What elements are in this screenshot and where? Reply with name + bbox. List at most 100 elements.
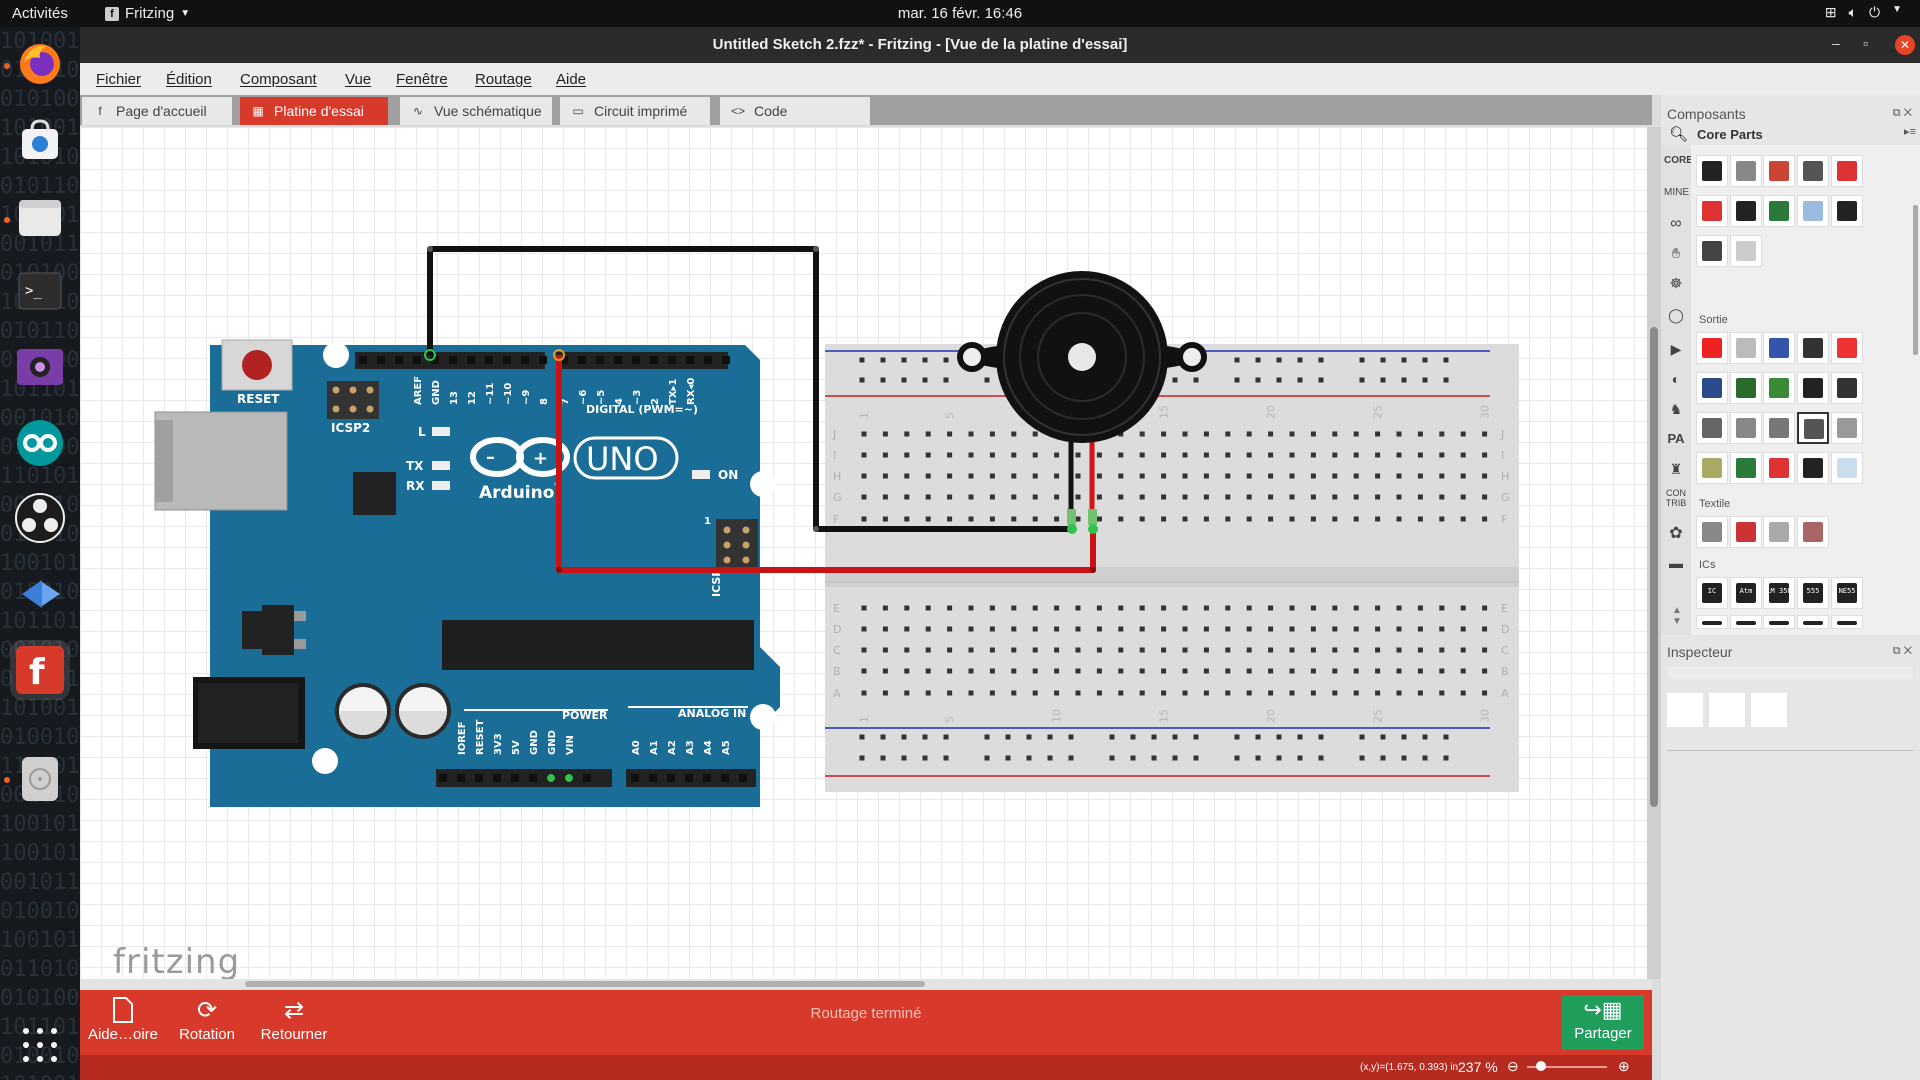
breadboard-hole[interactable]	[925, 494, 931, 500]
breadboard-hole[interactable]	[1375, 473, 1381, 479]
search-icon[interactable]: 🔍︎	[1669, 125, 1688, 143]
breadboard-hole[interactable]	[1096, 473, 1102, 479]
breadboard-hole[interactable]	[1375, 494, 1381, 500]
terminal-icon[interactable]: >_	[10, 261, 70, 321]
breadboard-hole[interactable]	[1439, 473, 1445, 479]
part-tile[interactable]	[1831, 412, 1863, 444]
breadboard-hole[interactable]	[882, 647, 888, 653]
software-store-icon[interactable]	[10, 110, 70, 170]
breadboard-hole[interactable]	[1032, 647, 1038, 653]
breadboard-hole[interactable]	[1161, 516, 1167, 522]
rail-hole[interactable]	[1193, 734, 1199, 740]
breadboard-hole[interactable]	[1075, 516, 1081, 522]
breadboard-hole[interactable]	[1460, 516, 1466, 522]
rail-hole[interactable]	[901, 734, 907, 740]
breadboard-hole[interactable]	[1439, 605, 1445, 611]
fritzing-dock-icon[interactable]: f	[10, 640, 70, 700]
bin-core[interactable]: CORE	[1664, 155, 1693, 166]
breadboard-hole[interactable]	[1182, 516, 1188, 522]
breadboard-hole[interactable]	[861, 431, 867, 437]
header-hole[interactable]	[632, 356, 640, 364]
breadboard-hole[interactable]	[1139, 626, 1145, 632]
header-hole[interactable]	[439, 774, 447, 782]
rail-hole[interactable]	[859, 755, 865, 761]
rail-hole[interactable]	[1130, 734, 1136, 740]
breadboard-hole[interactable]	[1203, 605, 1209, 611]
part-tile[interactable]	[1797, 155, 1829, 187]
breadboard-hole[interactable]	[1246, 431, 1252, 437]
bin-menu-icon[interactable]: ▸≡	[1904, 125, 1916, 138]
header-hole[interactable]	[578, 356, 586, 364]
part-tile[interactable]	[1730, 615, 1762, 629]
header-hole[interactable]	[395, 356, 403, 364]
breadboard-hole[interactable]	[925, 626, 931, 632]
breadboard-hole[interactable]	[882, 668, 888, 674]
breadboard-hole[interactable]	[861, 494, 867, 500]
rail-hole[interactable]	[1276, 734, 1282, 740]
breadboard-hole[interactable]	[1417, 605, 1423, 611]
breadboard-hole[interactable]	[904, 626, 910, 632]
breadboard-hole[interactable]	[968, 647, 974, 653]
breadboard-hole[interactable]	[1225, 605, 1231, 611]
breadboard-hole[interactable]	[1439, 668, 1445, 674]
bin-mine[interactable]: MINE	[1664, 187, 1689, 198]
breadboard-hole[interactable]	[1118, 690, 1124, 696]
breadboard-hole[interactable]	[1118, 605, 1124, 611]
breadboard-hole[interactable]	[989, 626, 995, 632]
bin-sparkfun-icon[interactable]: ♞	[1664, 401, 1688, 418]
header-hole[interactable]	[703, 774, 711, 782]
breadboard-hole[interactable]	[1011, 626, 1017, 632]
rail-hole[interactable]	[1026, 755, 1032, 761]
breadboard-hole[interactable]	[925, 516, 931, 522]
breadboard-hole[interactable]	[882, 452, 888, 458]
breadboard-hole[interactable]	[1054, 626, 1060, 632]
rail-hole[interactable]	[1359, 357, 1365, 363]
breadboard-hole[interactable]	[1268, 516, 1274, 522]
breadboard-hole[interactable]	[1011, 647, 1017, 653]
rail-hole[interactable]	[922, 734, 928, 740]
header-hole[interactable]	[377, 356, 385, 364]
breadboard-hole[interactable]	[1289, 494, 1295, 500]
rail-hole[interactable]	[1130, 755, 1136, 761]
rail-hole[interactable]	[1297, 755, 1303, 761]
part-tile[interactable]	[1763, 615, 1795, 629]
breadboard-hole[interactable]	[1139, 452, 1145, 458]
breadboard-hole[interactable]	[1396, 605, 1402, 611]
breadboard-hole[interactable]	[1161, 626, 1167, 632]
rail-hole[interactable]	[1401, 734, 1407, 740]
breadboard-hole[interactable]	[882, 516, 888, 522]
header-hole[interactable]	[583, 774, 591, 782]
breadboard-hole[interactable]	[1032, 626, 1038, 632]
header-hole[interactable]	[511, 774, 519, 782]
kdenlive-icon[interactable]	[10, 564, 70, 624]
menu-fichier[interactable]: Fichier	[96, 71, 141, 88]
rail-hole[interactable]	[1234, 755, 1240, 761]
rail-hole[interactable]	[1297, 357, 1303, 363]
rail-hole[interactable]	[984, 734, 990, 740]
breadboard-hole[interactable]	[1289, 626, 1295, 632]
breadboard-hole[interactable]	[1011, 605, 1017, 611]
rail-hole[interactable]	[943, 755, 949, 761]
breadboard-hole[interactable]	[1161, 647, 1167, 653]
part-tile[interactable]	[1831, 615, 1863, 629]
rail-hole[interactable]	[1318, 755, 1324, 761]
breadboard-hole[interactable]	[1396, 516, 1402, 522]
breadboard-hole[interactable]	[882, 626, 888, 632]
breadboard-hole[interactable]	[1332, 431, 1338, 437]
rail-hole[interactable]	[1151, 734, 1157, 740]
breadboard-hole[interactable]	[1482, 605, 1488, 611]
breadboard-hole[interactable]	[1396, 473, 1402, 479]
breadboard-hole[interactable]	[1353, 431, 1359, 437]
breadboard-hole[interactable]	[1439, 431, 1445, 437]
part-tile[interactable]	[1763, 332, 1795, 364]
breadboard-hole[interactable]	[1417, 431, 1423, 437]
breadboard-hole[interactable]	[1460, 494, 1466, 500]
breadboard-hole[interactable]	[1375, 452, 1381, 458]
part-tile[interactable]	[1797, 412, 1829, 444]
breadboard-hole[interactable]	[861, 668, 867, 674]
breadboard-hole[interactable]	[925, 605, 931, 611]
breadboard-hole[interactable]	[947, 690, 953, 696]
breadboard-hole[interactable]	[1032, 431, 1038, 437]
bin-adafruit-icon[interactable]: ◐	[1664, 371, 1688, 387]
breadboard-hole[interactable]	[1353, 690, 1359, 696]
